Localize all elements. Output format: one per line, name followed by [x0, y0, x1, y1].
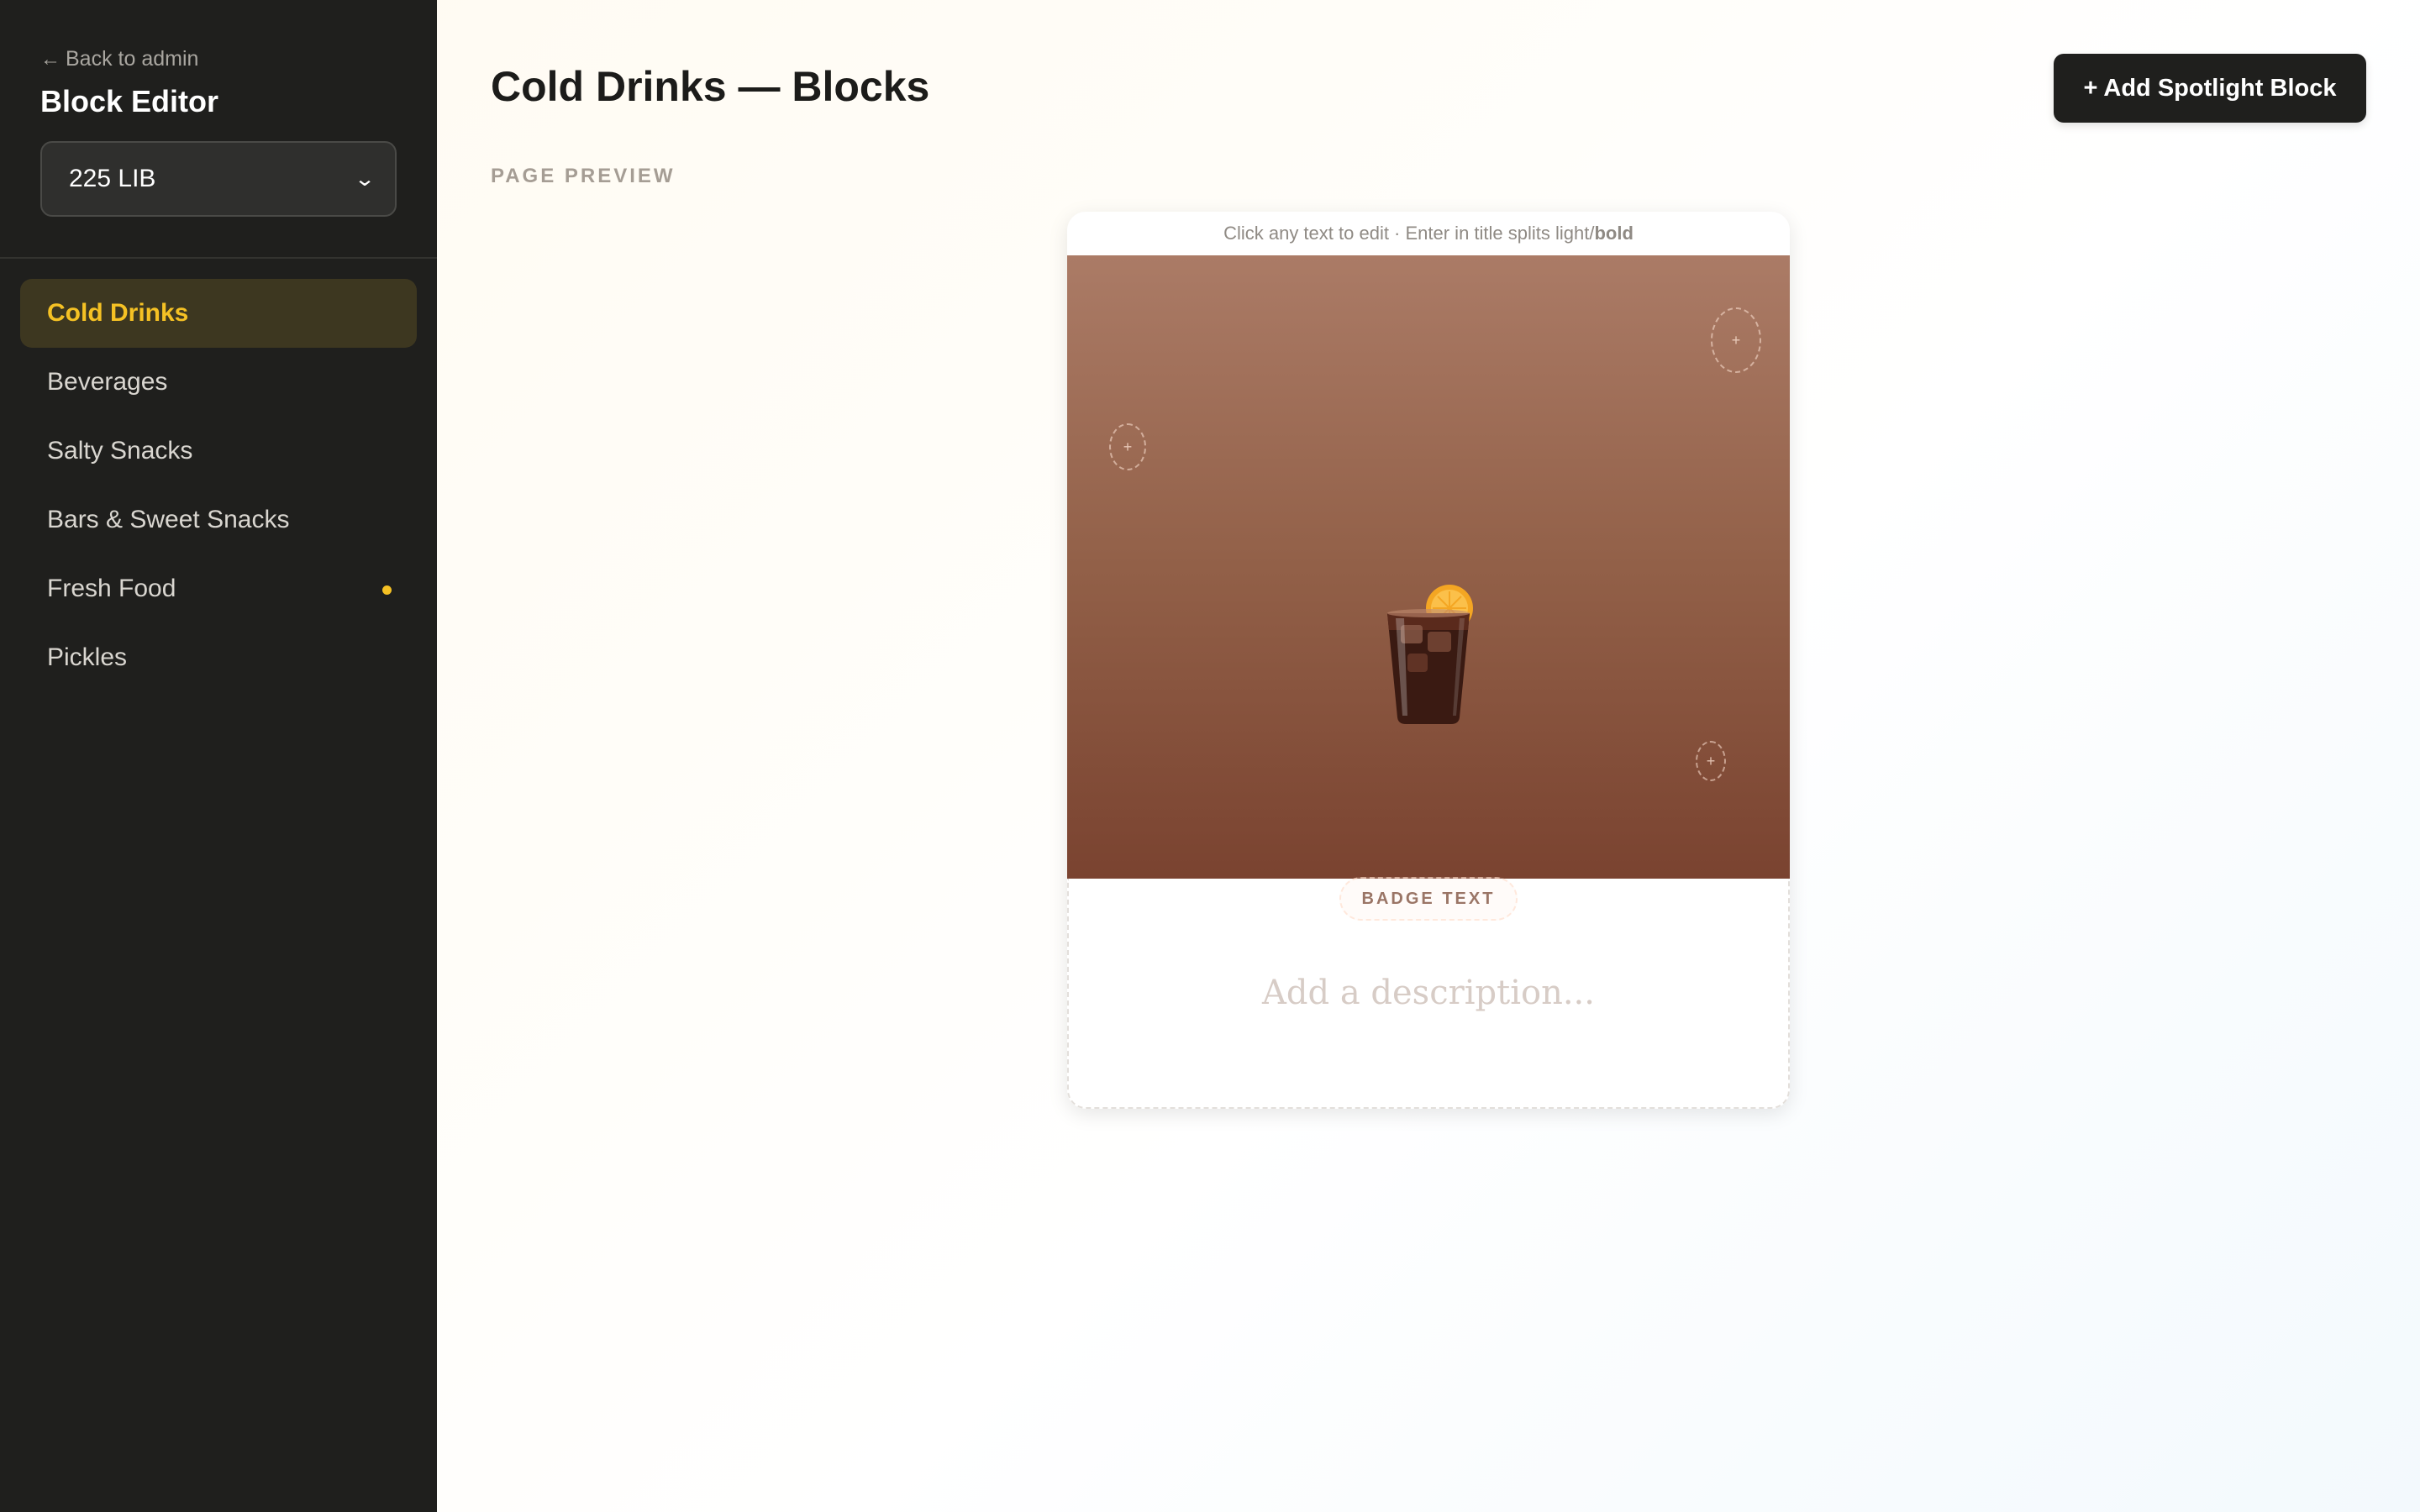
add-spotlight-block-button[interactable]: + Add Spotlight Block — [2054, 54, 2366, 123]
sidebar-item-label: Cold Drinks — [47, 299, 189, 327]
store-select-value: 225 LIB — [69, 165, 156, 192]
sidebar: ← Back to admin Block Editor 225 LIB ⌄ C… — [0, 0, 437, 1512]
description-area[interactable]: Add a description... — [1067, 879, 1790, 1109]
cola-glass-icon — [1387, 585, 1473, 724]
description-placeholder[interactable]: Add a description... — [1262, 974, 1595, 1012]
sidebar-item-fresh-food[interactable]: Fresh Food — [20, 554, 417, 623]
edit-hint-bold: bold — [1594, 223, 1634, 244]
category-nav: Cold Drinks Beverages Salty Snacks Bars … — [20, 279, 417, 692]
sidebar-item-label: Pickles — [47, 643, 128, 671]
back-link-label: Back to admin — [66, 47, 199, 71]
add-decoration-plus-icon[interactable]: + — [1696, 741, 1726, 781]
edit-hint: Click any text to edit · Enter in title … — [1067, 212, 1790, 255]
sidebar-item-label: Fresh Food — [47, 575, 176, 602]
sidebar-item-beverages[interactable]: Beverages — [20, 348, 417, 417]
sidebar-item-pickles[interactable]: Pickles — [20, 623, 417, 692]
sidebar-item-label: Bars & Sweet Snacks — [47, 506, 290, 533]
sidebar-item-cold-drinks[interactable]: Cold Drinks — [20, 279, 417, 348]
sidebar-item-salty-snacks[interactable]: Salty Snacks — [20, 417, 417, 486]
sidebar-divider — [0, 257, 437, 259]
back-to-admin-link[interactable]: ← Back to admin — [40, 47, 198, 71]
arrow-left-icon: ← — [40, 47, 60, 71]
page-preview-card: Click any text to edit · Enter in title … — [1067, 212, 1790, 1109]
sidebar-item-bars-sweet-snacks[interactable]: Bars & Sweet Snacks — [20, 486, 417, 554]
edit-hint-text: Click any text to edit · Enter in title … — [1223, 223, 1595, 244]
sidebar-item-label: Beverages — [47, 368, 168, 396]
sidebar-item-label: Salty Snacks — [47, 437, 193, 465]
chevron-down-icon: ⌄ — [353, 167, 376, 191]
page-title: Cold Drinks — Blocks — [491, 63, 930, 110]
unsaved-dot-indicator — [382, 585, 392, 595]
sidebar-title: Block Editor — [40, 84, 219, 118]
hero-block[interactable]: + + + — [1067, 255, 1790, 879]
page-preview-label: PAGE PREVIEW — [491, 165, 676, 187]
add-decoration-plus-icon[interactable]: + — [1711, 307, 1761, 373]
store-select[interactable]: 225 LIB ⌄ — [40, 141, 397, 217]
add-decoration-plus-icon[interactable]: + — [1109, 423, 1146, 470]
